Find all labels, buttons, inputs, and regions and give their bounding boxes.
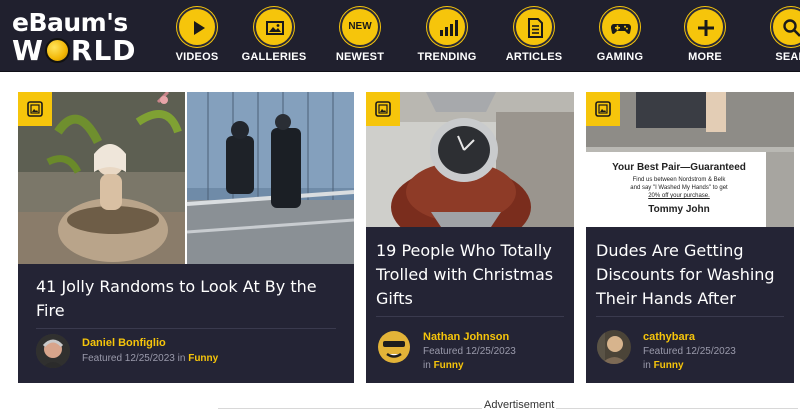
nav-label: TRENDING bbox=[417, 51, 477, 63]
card-divider bbox=[36, 328, 336, 329]
avatar[interactable] bbox=[377, 330, 411, 364]
advertisement-label: Advertisement bbox=[482, 399, 557, 411]
play-icon bbox=[177, 7, 217, 47]
gallery-badge bbox=[18, 92, 52, 126]
nav-label: GALLERIES bbox=[241, 51, 307, 63]
card-title[interactable]: Dudes Are Getting Discounts for Washing … bbox=[596, 239, 792, 311]
avatar[interactable] bbox=[36, 334, 70, 368]
logo-line-1: eBaum's bbox=[12, 8, 128, 37]
new-badge-icon: NEW bbox=[340, 7, 380, 47]
nav-trending[interactable]: TRENDING bbox=[402, 0, 492, 72]
site-logo[interactable]: eBaum's W RLD bbox=[12, 8, 142, 67]
author-name[interactable]: cathybara bbox=[643, 331, 695, 343]
nav-more[interactable]: MORE bbox=[660, 0, 750, 72]
gamepad-icon bbox=[600, 7, 640, 47]
card-divider bbox=[596, 316, 784, 317]
author-name[interactable]: Daniel Bonfiglio bbox=[82, 337, 166, 349]
nav-articles[interactable]: ARTICLES bbox=[489, 0, 579, 72]
nav-galleries[interactable]: GALLERIES bbox=[229, 0, 319, 72]
card-title[interactable]: 19 People Who Totally Trolled with Chris… bbox=[376, 239, 572, 311]
nav-gaming[interactable]: GAMING bbox=[575, 0, 665, 72]
main-nav: VIDEOS GALLERIES NEW NEWEST TRENDING ART… bbox=[152, 0, 800, 72]
category-link[interactable]: Funny bbox=[188, 353, 218, 364]
nav-newest[interactable]: NEW NEWEST bbox=[315, 0, 405, 72]
logo-line-2: W RLD bbox=[12, 34, 137, 67]
gallery-icon bbox=[27, 101, 43, 117]
bar-chart-icon bbox=[427, 7, 467, 47]
gallery-badge bbox=[586, 92, 620, 126]
plus-icon bbox=[685, 7, 725, 47]
nav-search[interactable]: SEAR bbox=[746, 0, 800, 72]
card-title[interactable]: 41 Jolly Randoms to Look At By the Fire bbox=[36, 275, 336, 323]
article-meta: Featured 12/25/2023 in Funny bbox=[82, 353, 219, 364]
nav-label: GAMING bbox=[596, 51, 644, 63]
author-name[interactable]: Nathan Johnson bbox=[423, 331, 509, 343]
gallery-badge bbox=[366, 92, 400, 126]
article-card[interactable]: 41 Jolly Randoms to Look At By the Fire … bbox=[18, 92, 354, 383]
category-link[interactable]: Funny bbox=[434, 360, 464, 371]
article-card[interactable]: Your Best Pair—Guaranteed Find us betwee… bbox=[586, 92, 794, 383]
nav-label: SEAR bbox=[775, 51, 800, 63]
gallery-icon bbox=[595, 101, 611, 117]
nav-label: ARTICLES bbox=[505, 51, 563, 63]
card-image[interactable]: Your Best Pair—Guaranteed Find us betwee… bbox=[586, 92, 794, 227]
globe-icon bbox=[44, 38, 70, 63]
site-header: eBaum's W RLD VIDEOS GALLERIES NEW NEWEST bbox=[0, 0, 800, 72]
avatar[interactable] bbox=[597, 330, 631, 364]
nav-label: MORE bbox=[688, 51, 722, 63]
card-image[interactable] bbox=[366, 92, 574, 227]
search-icon bbox=[771, 7, 800, 47]
document-icon bbox=[514, 7, 554, 47]
promo-sign: Your Best Pair—Guaranteed Find us betwee… bbox=[612, 162, 746, 215]
image-icon bbox=[254, 7, 294, 47]
article-meta: Featured 12/25/2023 in Funny bbox=[643, 346, 736, 371]
card-image[interactable] bbox=[18, 92, 354, 264]
card-divider bbox=[376, 316, 564, 317]
article-meta: Featured 12/25/2023 in Funny bbox=[423, 346, 516, 371]
nav-label: NEWEST bbox=[335, 51, 385, 63]
gallery-icon bbox=[375, 101, 391, 117]
article-card[interactable]: 19 People Who Totally Trolled with Chris… bbox=[366, 92, 574, 383]
category-link[interactable]: Funny bbox=[654, 360, 684, 371]
